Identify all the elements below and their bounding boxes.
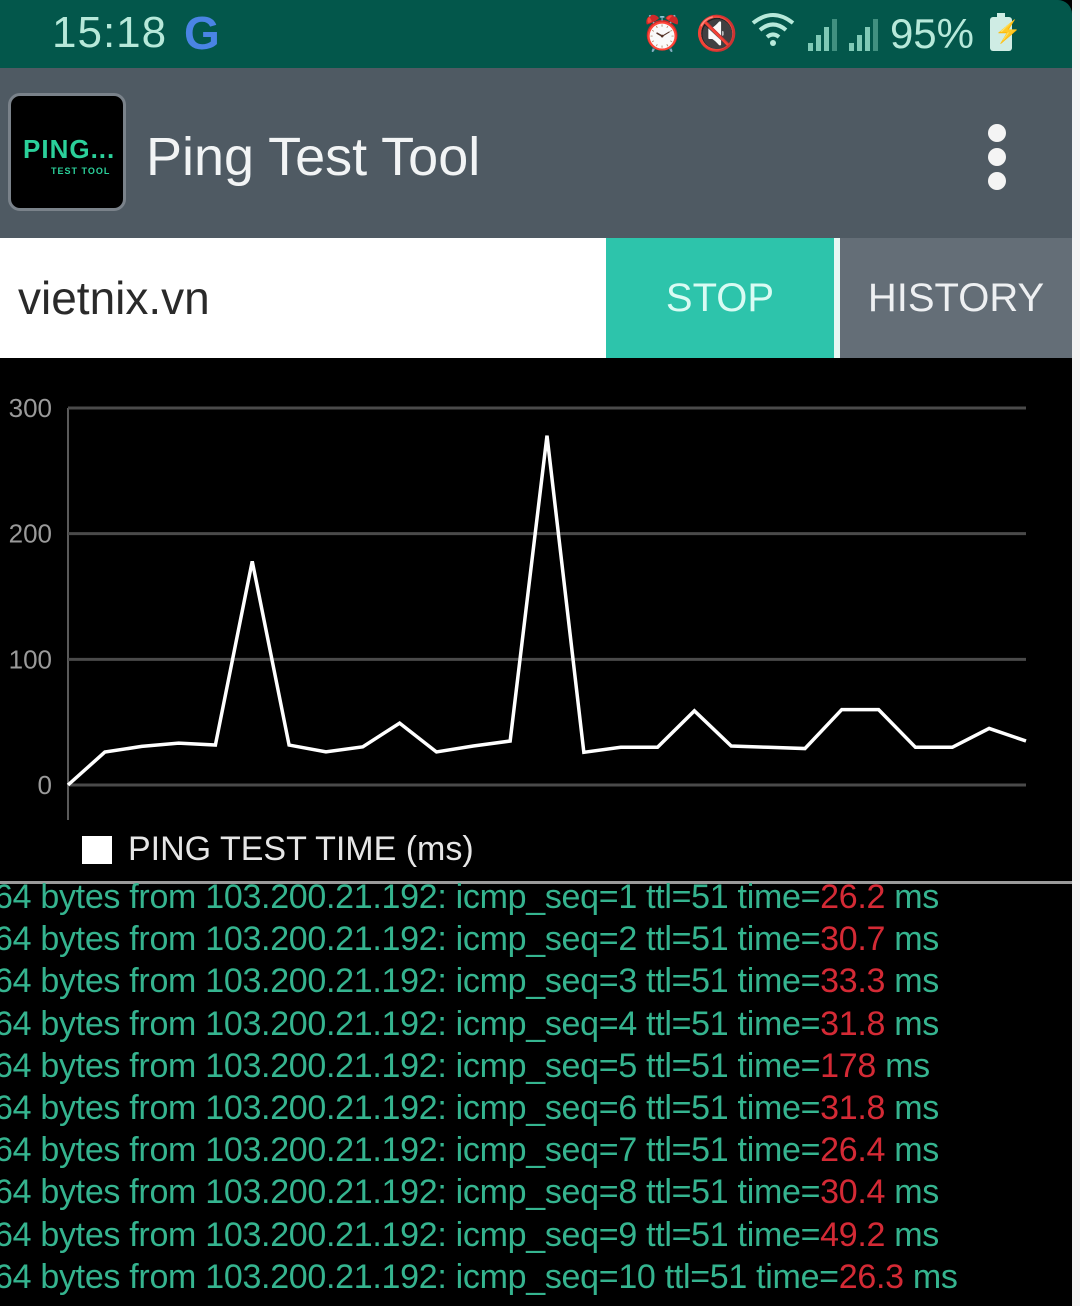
log-line: 64 bytes from 103.200.21.192: icmp_seq=8… [0,1171,1072,1213]
y-tick-label: 300 [9,393,52,423]
log-text: 64 bytes from 103.200.21.192: icmp_seq=9… [0,1215,821,1254]
battery-percent: 95% [889,10,974,57]
log-time-value: 33.3 [820,962,886,1001]
log-time-value: 30.4 [820,1173,886,1212]
log-unit: ms [885,920,939,959]
log-time-value: 49.2 [820,1215,886,1254]
log-line: 64 bytes from 103.200.21.192: icmp_seq=2… [0,918,1072,960]
log-line: 64 bytes from 103.200.21.192: icmp_seq=5… [0,1045,1072,1087]
log-time-value: 178 [820,1046,876,1085]
log-line: 64 bytes from 103.200.21.192: icmp_seq=1… [0,876,1072,918]
log-line: 64 bytes from 103.200.21.192: icmp_seq=6… [0,1087,1072,1129]
y-tick-label: 100 [9,644,52,674]
google-icon: G [184,7,220,59]
log-text: 64 bytes from 103.200.21.192: icmp_seq=4… [0,1004,821,1043]
log-time-value: 31.8 [820,1088,886,1127]
ping-chart: 0 100 200 300 PING TEST TIME (ms) [0,358,1072,884]
log-unit: ms [885,1131,939,1170]
log-line: 64 bytes from 103.200.21.192: icmp_seq=1… [0,1256,1072,1298]
log-text: 64 bytes from 103.200.21.192: icmp_seq=3… [0,962,821,1001]
ping-controls: STOP HISTORY [0,238,1072,358]
log-unit: ms [885,1215,939,1254]
log-time-value: 30.7 [820,920,886,959]
signal-icon-sim1 [807,17,837,51]
log-unit: ms [885,1173,939,1212]
app-logo: PING... TEST TOOL [8,93,126,211]
log-text: 64 bytes from 103.200.21.192: icmp_seq=1… [0,878,821,916]
status-bar: 15:18 G ⏰ 🔇 95% ⚡ [0,0,1072,68]
alarm-icon: ⏰ [641,15,684,53]
log-time-value: 31.8 [820,1004,886,1043]
app-bar: PING... TEST TOOL Ping Test Tool [0,68,1072,238]
log-unit: ms [885,1004,939,1043]
log-text: 64 bytes from 103.200.21.192: icmp_seq=2… [0,920,821,959]
logo-text: PING... [23,134,116,164]
log-time-value: 26.4 [820,1131,886,1170]
chart-legend: PING TEST TIME (ms) [82,830,474,869]
log-unit: ms [875,1046,930,1085]
log-text: 64 bytes from 103.200.21.192: icmp_seq=5… [0,1046,821,1085]
signal-icon-sim2 [848,17,878,51]
log-text: 64 bytes from 103.200.21.192: icmp_seq=6… [0,1088,821,1127]
log-line: 64 bytes from 103.200.21.192: icmp_seq=3… [0,960,1072,1002]
log-unit: ms [885,878,939,916]
legend-label: PING TEST TIME (ms) [128,830,474,868]
log-text: 64 bytes from 103.200.21.192: icmp_seq=1… [0,1257,839,1296]
series-line [66,435,1027,787]
ping-log: 64 bytes from 103.200.21.192: icmp_seq=1… [0,876,1072,1298]
y-tick-label: 200 [9,519,52,549]
chart-plot: 0 100 200 300 [9,393,1027,820]
log-time-value: 26.3 [838,1257,904,1296]
log-unit: ms [885,1088,939,1127]
history-button[interactable]: HISTORY [840,238,1072,358]
battery-charging-icon: ⚡ [990,13,1021,51]
stop-button[interactable]: STOP [606,238,834,358]
legend-swatch [82,835,112,864]
mute-vibrate-icon: 🔇 [695,15,738,53]
log-line: 64 bytes from 103.200.21.192: icmp_seq=4… [0,1003,1072,1045]
more-vertical-icon[interactable] [980,120,1014,192]
wifi-icon [750,11,796,58]
screen-edge [1072,0,1080,1306]
app-screen: 15:18 G ⏰ 🔇 95% ⚡ PING... TEST TOOL Ping… [0,0,1072,1306]
status-icons: ⏰ 🔇 95% ⚡ [641,10,1021,58]
host-input[interactable] [0,238,606,358]
app-title: Ping Test Tool [146,127,481,187]
log-line: 64 bytes from 103.200.21.192: icmp_seq=9… [0,1214,1072,1256]
logo-subtext: TEST TOOL [51,166,111,176]
log-unit: ms [885,962,939,1001]
y-tick-label: 0 [38,770,52,800]
log-text: 64 bytes from 103.200.21.192: icmp_seq=8… [0,1173,821,1212]
log-text: 64 bytes from 103.200.21.192: icmp_seq=7… [0,1131,821,1170]
status-time: 15:18 [52,8,168,57]
log-line: 64 bytes from 103.200.21.192: icmp_seq=7… [0,1129,1072,1171]
log-unit: ms [903,1257,958,1296]
log-time-value: 26.2 [820,878,886,916]
